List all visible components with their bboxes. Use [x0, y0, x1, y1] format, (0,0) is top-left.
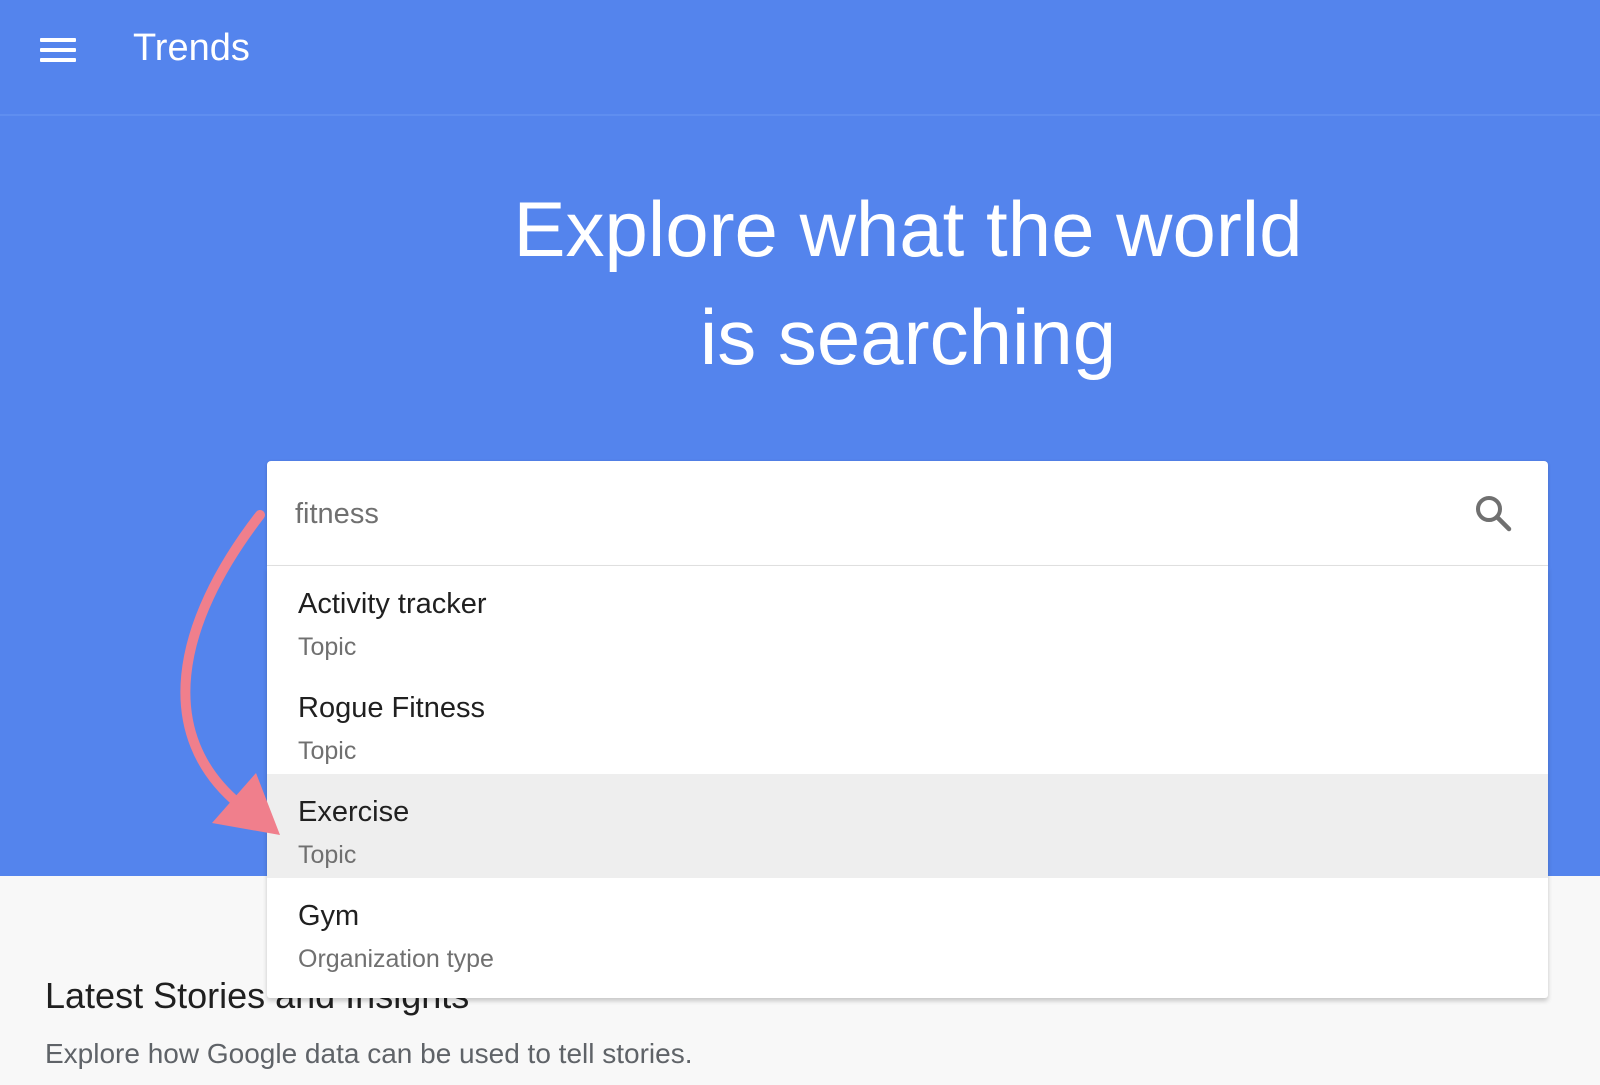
suggestion-gym[interactable]: Gym Organization type: [267, 878, 1548, 982]
suggestion-rogue-fitness[interactable]: Rogue Fitness Topic: [267, 670, 1548, 774]
headline-line-2: is searching: [699, 293, 1117, 381]
suggestions-dropdown: Activity tracker Topic Rogue Fitness Top…: [267, 566, 1548, 998]
latest-stories-subtitle: Explore how Google data can be used to t…: [45, 1038, 693, 1069]
app-title: Trends: [133, 27, 250, 69]
top-app-bar: Trends: [0, 0, 1600, 116]
search-icon[interactable]: [1473, 493, 1513, 533]
headline-line-1: Explore what the world: [513, 185, 1303, 273]
suggestion-type: Topic: [298, 841, 357, 869]
suggestion-type: Topic: [298, 633, 357, 661]
suggestion-activity-tracker[interactable]: Activity tracker Topic: [267, 566, 1548, 670]
suggestion-type: Organization type: [298, 945, 494, 973]
search-box: [267, 461, 1548, 566]
suggestion-type: Topic: [298, 737, 357, 765]
suggestion-exercise[interactable]: Exercise Topic: [267, 774, 1548, 878]
hamburger-menu-icon[interactable]: [40, 38, 76, 62]
suggestion-label: Exercise: [298, 796, 410, 828]
hero-headline: Explore what the world is searching: [408, 175, 1408, 391]
suggestion-label: Activity tracker: [298, 588, 487, 620]
search-input[interactable]: [295, 489, 1445, 539]
suggestion-label: Gym: [298, 900, 360, 932]
suggestion-label: Rogue Fitness: [298, 692, 485, 724]
